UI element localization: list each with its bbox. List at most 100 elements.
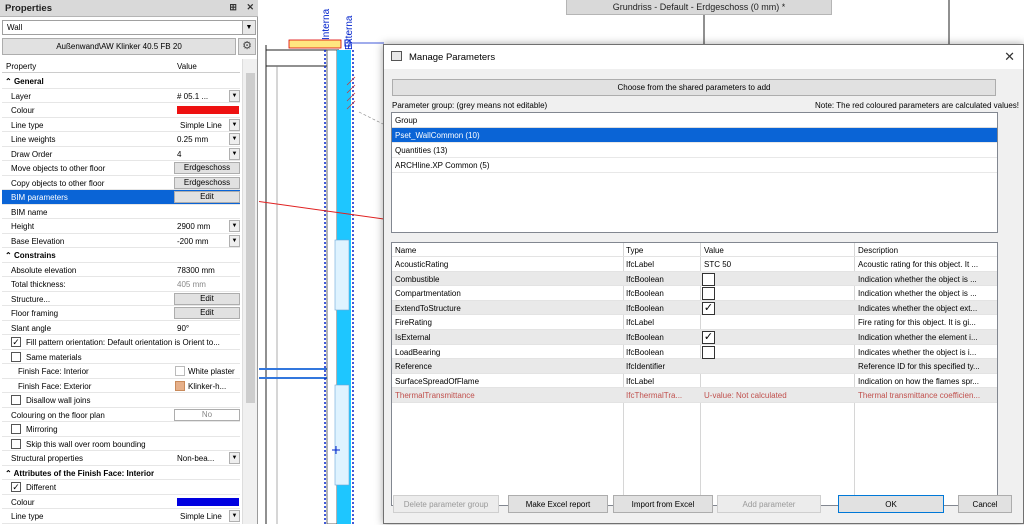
group-item[interactable]: ARCHline.XP Common (5) xyxy=(392,158,997,173)
cancel-button[interactable]: Cancel xyxy=(958,495,1012,513)
delete-group-button[interactable]: Delete parameter group xyxy=(393,495,499,513)
param-row-thermaltransmittance[interactable]: ThermalTransmittance IfcThermalTra... U-… xyxy=(392,388,997,403)
prop-row-mirroring[interactable]: Mirroring xyxy=(2,422,240,437)
chevron-down-icon[interactable]: ▼ xyxy=(229,510,240,522)
chevron-down-icon[interactable]: ▼ xyxy=(229,133,240,145)
chevron-down-icon[interactable]: ▼ xyxy=(229,220,240,232)
group-item[interactable]: Pset_WallCommon (10) xyxy=(392,128,997,143)
prop-row-colour[interactable]: Colour xyxy=(2,103,240,118)
excel-report-button[interactable]: Make Excel report xyxy=(508,495,608,513)
chevron-down-icon[interactable]: ▼ xyxy=(229,147,240,160)
collapse-icon[interactable]: ⌃ xyxy=(5,77,12,86)
add-parameter-button[interactable]: Add parameter xyxy=(717,495,821,513)
prop-row-bim-parameters[interactable]: BIM parameters Edit xyxy=(2,190,240,205)
ok-button[interactable]: OK xyxy=(838,495,944,513)
chevron-down-icon[interactable]: ▼ xyxy=(229,452,240,464)
element-type-select[interactable]: Wall ▼ xyxy=(2,20,256,35)
chevron-down-icon[interactable]: ▼ xyxy=(229,234,240,247)
close-icon[interactable]: ✕ xyxy=(246,2,254,12)
skip-wall-checkbox[interactable] xyxy=(11,438,21,449)
group-item[interactable]: Quantities (13) xyxy=(392,143,997,158)
loadbearing-checkbox[interactable] xyxy=(702,345,715,359)
param-row-surfacespreadofflame[interactable]: SurfaceSpreadOfFlame IfcLabel Indication… xyxy=(392,374,997,389)
prop-row-layer[interactable]: Layer # 05.1 ... ▼ xyxy=(2,89,240,103)
prop-row-different[interactable]: ✓ Different xyxy=(2,480,240,495)
group-list: Group Pset_WallCommon (10) Quantities (1… xyxy=(391,112,998,233)
window-icon xyxy=(391,51,402,61)
param-value[interactable]: STC 50 xyxy=(704,260,852,269)
import-excel-button[interactable]: Import from Excel xyxy=(613,495,713,513)
section-attr-finish-interior[interactable]: ⌃ Attributes of the Finish Face: Interio… xyxy=(2,465,240,480)
param-row-compartmentation[interactable]: Compartmentation IfcBoolean Indication w… xyxy=(392,286,997,301)
move-floor-button[interactable]: Erdgeschoss xyxy=(174,162,240,174)
prop-row-skip-wall[interactable]: Skip this wall over room bounding xyxy=(2,437,240,451)
fill-pattern-checkbox[interactable]: ✓ xyxy=(11,337,21,347)
prop-row-finish-exterior[interactable]: Finish Face: Exterior Klinker-h... xyxy=(2,379,240,393)
structure-edit-button[interactable]: Edit xyxy=(174,292,240,305)
collapse-icon[interactable]: ⌃ xyxy=(5,251,12,260)
prop-row-disallow-joins[interactable]: Disallow wall joins xyxy=(2,393,240,408)
different-checkbox[interactable]: ✓ xyxy=(11,482,21,492)
prop-row-finish-interior[interactable]: Finish Face: Interior White plaster xyxy=(2,364,240,379)
shared-parameters-button[interactable]: Choose from the shared parameters to add xyxy=(392,79,996,96)
prop-row-colour2[interactable]: Colour xyxy=(2,495,240,509)
floor-framing-edit-button[interactable]: Edit xyxy=(174,307,240,319)
chevron-down-icon[interactable]: ▼ xyxy=(229,118,240,131)
param-type: IfcBoolean xyxy=(626,303,664,313)
material-swatch[interactable] xyxy=(175,366,185,376)
same-materials-checkbox[interactable] xyxy=(11,351,21,362)
param-row-reference[interactable]: Reference IfcIdentifier Reference ID for… xyxy=(392,359,997,374)
prop-row-line-type[interactable]: Line type Simple Line ▼ xyxy=(2,118,240,132)
chevron-down-icon[interactable]: ▼ xyxy=(229,89,240,102)
prop-row-same-materials[interactable]: Same materials xyxy=(2,350,240,364)
close-icon[interactable]: ✕ xyxy=(1004,49,1015,65)
prop-row-colouring[interactable]: Colouring on the floor plan No xyxy=(2,408,240,422)
param-type: IfcLabel xyxy=(626,376,655,386)
section-general[interactable]: ⌃ General xyxy=(2,74,240,89)
copy-floor-button[interactable]: Erdgeschoss xyxy=(174,176,240,189)
prop-row-fill-pattern[interactable]: ✓ Fill pattern orientation: Default orie… xyxy=(2,335,240,350)
disallow-joins-checkbox[interactable] xyxy=(11,395,21,405)
compartmentation-checkbox[interactable] xyxy=(702,287,715,301)
material-swatch[interactable] xyxy=(175,380,185,391)
param-row-extendtostructure[interactable]: ExtendToStructure IfcBoolean ✓ Indicates… xyxy=(392,300,997,316)
isexternal-checkbox[interactable]: ✓ xyxy=(702,330,715,344)
colour-swatch[interactable] xyxy=(177,497,239,506)
param-row-firerating[interactable]: FireRating IfcLabel Fire rating for this… xyxy=(392,315,997,330)
prop-row-slant-angle[interactable]: Slant angle 90° xyxy=(2,321,240,335)
wall-type-button[interactable]: Außenwand\AW Klinker 40.5 FB 20 xyxy=(2,38,236,55)
label-interna: Interna xyxy=(321,8,332,40)
prop-row-absolute-elevation[interactable]: Absolute elevation 78300 mm xyxy=(2,263,240,277)
prop-row-line-type2[interactable]: Line type Simple Line ▼ xyxy=(2,509,240,524)
scrollbar-thumb[interactable] xyxy=(246,73,255,403)
drawing-tab-title[interactable]: Grundriss - Default - Erdgeschoss (0 mm)… xyxy=(566,0,832,15)
param-name: AcousticRating xyxy=(395,260,449,269)
prop-row-line-weights[interactable]: Line weights 0.25 mm ▼ xyxy=(2,132,240,147)
properties-scrollbar[interactable] xyxy=(242,59,257,524)
chevron-down-icon[interactable]: ▼ xyxy=(242,21,255,34)
prop-row-structure: Structure... Edit xyxy=(2,292,240,306)
dialog-titlebar[interactable]: Manage Parameters ✕ xyxy=(384,45,1023,69)
collapse-icon[interactable]: ⌃ xyxy=(5,469,12,478)
extendtostructure-checkbox[interactable]: ✓ xyxy=(702,301,715,315)
prop-row-structural[interactable]: Structural properties Non-bea... ▼ xyxy=(2,451,240,466)
gear-icon[interactable]: ⚙ xyxy=(238,38,256,55)
prop-row-height[interactable]: Height 2900 mm ▼ xyxy=(2,219,240,234)
combustible-checkbox[interactable] xyxy=(702,272,715,286)
mirroring-checkbox[interactable] xyxy=(11,424,21,434)
colour-swatch[interactable] xyxy=(177,106,239,114)
param-row-acousticrating[interactable]: AcousticRating IfcLabel STC 50 Acoustic … xyxy=(392,257,997,272)
colouring-toggle[interactable]: No xyxy=(174,408,240,421)
prop-row-draw-order[interactable]: Draw Order 4 ▼ xyxy=(2,147,240,161)
param-row-loadbearing[interactable]: LoadBearing IfcBoolean Indicates whether… xyxy=(392,345,997,360)
bim-parameters-edit-button[interactable]: Edit xyxy=(174,191,240,203)
param-desc: Thermal transmittance coefficien... xyxy=(858,391,981,401)
param-name: Compartmentation xyxy=(395,289,461,299)
param-row-isexternal[interactable]: IsExternal IfcBoolean ✓ Indication wheth… xyxy=(392,329,997,345)
prop-row-base-elevation[interactable]: Base Elevation -200 mm ▼ xyxy=(2,234,240,248)
param-row-combustible[interactable]: Combustible IfcBoolean Indication whethe… xyxy=(392,271,997,287)
section-constrains[interactable]: ⌃ Constrains xyxy=(2,248,240,263)
parameter-group-label: Parameter group: (grey means not editabl… xyxy=(392,101,548,110)
pin-icon[interactable]: ⊞ xyxy=(229,2,237,12)
prop-row-bim-name[interactable]: BIM name xyxy=(2,205,240,219)
